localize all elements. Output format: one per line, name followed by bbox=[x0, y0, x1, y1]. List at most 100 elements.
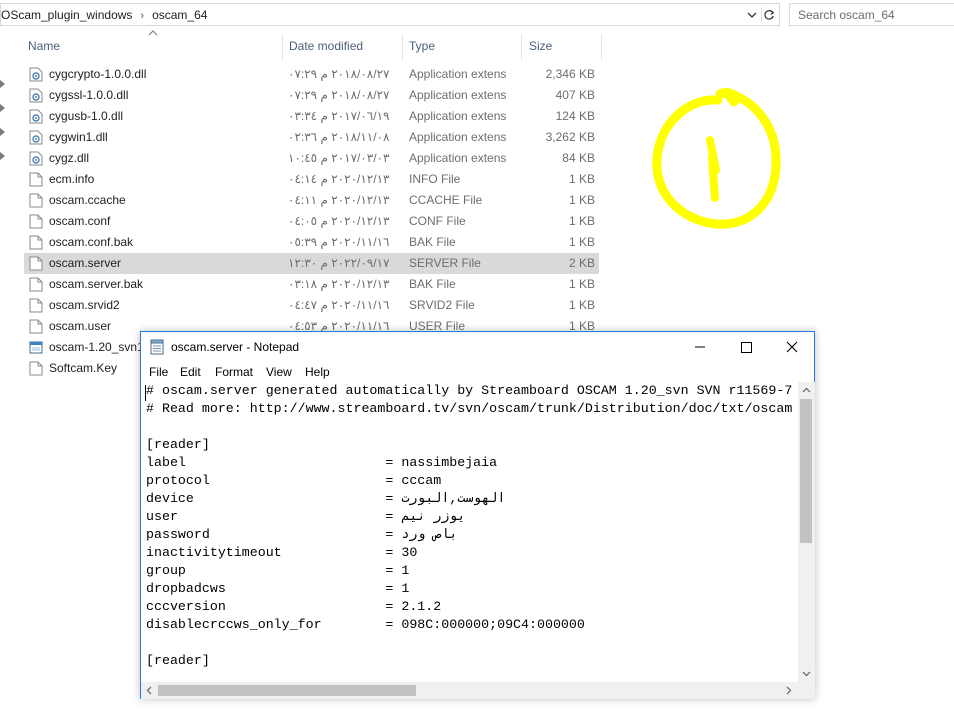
file-type: Application extens bbox=[409, 88, 507, 102]
file-size: 1 KB bbox=[568, 298, 595, 312]
notepad-title: oscam.server - Notepad bbox=[171, 340, 300, 354]
column-header-label: Date modified bbox=[289, 39, 364, 53]
file-type: BAK File bbox=[409, 277, 456, 291]
notepad-text-area[interactable]: # oscam.server generated automatically b… bbox=[141, 382, 798, 682]
file-row[interactable]: cygz.dll ٢٠١٧/٠٣/٠٣ م ١٠:٤٥ Application ex… bbox=[24, 148, 599, 169]
dll-icon bbox=[29, 130, 43, 145]
menu-edit[interactable]: Edit bbox=[180, 365, 201, 379]
menu-file[interactable]: File bbox=[149, 365, 168, 379]
text-line bbox=[146, 418, 792, 436]
column-divider[interactable] bbox=[282, 34, 283, 60]
file-size: 1 KB bbox=[568, 214, 595, 228]
file-row[interactable]: oscam.conf ٢٠٢٠/١٢/١٣ م ٠٤:٠٥ CONF File 1 K… bbox=[24, 211, 599, 232]
file-date-modified: ٢٠٢٠/١١/١٦ م ٠٥:٣٩ bbox=[288, 235, 390, 249]
file-name: cygusb-1.0.dll bbox=[49, 109, 124, 123]
menu-view[interactable]: View bbox=[266, 365, 292, 379]
file-size: 2,346 KB bbox=[545, 67, 595, 81]
file-size: 124 KB bbox=[555, 109, 595, 123]
file-date-modified: ٢٠٢٢/٠٩/١٧ م ١٢:٣٠ bbox=[288, 256, 390, 270]
minimize-icon[interactable] bbox=[677, 332, 723, 362]
file-size: 1 KB bbox=[568, 172, 595, 186]
horizontal-scroll-thumb[interactable] bbox=[158, 685, 416, 696]
text-line: dropbadcws = 1 bbox=[146, 581, 410, 596]
file-row[interactable]: oscam.ccache ٢٠٢٠/١٢/١٣ م ٠٤:١١ CCACHE Fil… bbox=[24, 190, 599, 211]
file-row[interactable]: oscam.server.bak ٢٠٢٠/١٢/١٣ م ٠٣:١٨ BAK Fi… bbox=[24, 274, 599, 295]
vertical-scrollbar[interactable] bbox=[798, 382, 815, 682]
file-date-modified: ٢٠٢٠/١٢/١٣ م ٠٤:١٤ bbox=[288, 172, 390, 186]
text-line: label = nassimbejaia bbox=[146, 455, 498, 470]
column-divider[interactable] bbox=[601, 34, 602, 60]
scroll-up-arrow-icon[interactable] bbox=[802, 386, 811, 395]
breadcrumb-item-oscam-64[interactable]: oscam_64 bbox=[152, 8, 207, 22]
file-row[interactable]: ecm.info ٢٠٢٠/١٢/١٣ م ٠٤:١٤ INFO File 1 KB bbox=[24, 169, 599, 190]
maximize-icon[interactable] bbox=[723, 332, 769, 362]
search-input[interactable]: Search oscam_64 bbox=[789, 3, 954, 26]
file-icon bbox=[29, 172, 43, 187]
scroll-right-arrow-icon[interactable] bbox=[784, 686, 793, 695]
address-bar[interactable]: OScam_plugin_windows › oscam_64 bbox=[0, 3, 780, 26]
dll-icon bbox=[29, 88, 43, 103]
file-date-modified: ٢٠١٨/٠٨/٢٧ م ٠٧:٢٩ bbox=[288, 67, 390, 81]
file-row[interactable]: oscam.srvid2 ٢٠٢٠/١١/١٦ م ٠٤:٤٧ SRVID2 Fil… bbox=[24, 295, 599, 316]
text-line: # oscam.server generated automatically b… bbox=[146, 383, 793, 398]
scroll-left-arrow-icon[interactable] bbox=[145, 686, 154, 695]
file-name: cygcrypto-1.0.0.dll bbox=[49, 67, 147, 81]
column-header-size[interactable]: Size bbox=[524, 36, 601, 56]
horizontal-scrollbar[interactable] bbox=[141, 682, 798, 699]
file-icon bbox=[29, 277, 43, 292]
file-row[interactable]: oscam.server ٢٠٢٢/٠٩/١٧ م ١٢:٣٠ SERVER Fil… bbox=[24, 253, 599, 274]
file-date-modified: ٢٠١٨/٠٨/٢٧ م ٠٧:٢٩ bbox=[288, 88, 390, 102]
vertical-scroll-thumb[interactable] bbox=[800, 399, 812, 543]
notepad-icon bbox=[150, 339, 164, 355]
file-row[interactable]: oscam.conf.bak ٢٠٢٠/١١/١٦ م ٠٥:٣٩ BAK File… bbox=[24, 232, 599, 253]
file-date-modified: ٢٠١٧/٠٣/٠٣ م ١٠:٤٥ bbox=[288, 151, 390, 165]
expand-arrow-icon[interactable] bbox=[0, 104, 6, 112]
column-divider[interactable] bbox=[521, 34, 522, 60]
text-line: protocol = cccam bbox=[146, 473, 442, 488]
close-icon[interactable] bbox=[769, 332, 815, 362]
file-date-modified: ٢٠٢٠/١٢/١٣ م ٠٤:١١ bbox=[288, 193, 390, 207]
text-line: user = يوزر نيم bbox=[146, 509, 466, 524]
file-icon bbox=[29, 235, 43, 250]
file-name: oscam.user bbox=[49, 319, 112, 333]
file-name: oscam.conf.bak bbox=[49, 235, 134, 249]
file-size: 1 KB bbox=[568, 193, 595, 207]
file-row[interactable]: cygcrypto-1.0.0.dll ٢٠١٨/٠٨/٢٧ م ٠٧:٢٩ App… bbox=[24, 64, 599, 85]
scroll-down-arrow-icon[interactable] bbox=[802, 669, 811, 678]
file-size: 84 KB bbox=[562, 151, 595, 165]
file-row[interactable]: cygusb-1.0.dll ٢٠١٧/٠٦/١٩ م ٠٣:٣٤ Applicat… bbox=[24, 106, 599, 127]
file-type: CCACHE File bbox=[409, 193, 483, 207]
file-row[interactable]: cygwin1.dll ٢٠١٨/١١/٠٨ م ٠٢:٣٦ Application… bbox=[24, 127, 599, 148]
column-header-label: Name bbox=[28, 39, 61, 53]
file-row[interactable]: cygssl-1.0.0.dll ٢٠١٨/٠٨/٢٧ م ٠٧:٢٩ Applic… bbox=[24, 85, 599, 106]
column-header-date-modified[interactable]: Date modified bbox=[284, 36, 401, 56]
notepad-title-bar[interactable]: oscam.server - Notepad bbox=[141, 332, 814, 362]
file-icon bbox=[29, 298, 43, 313]
file-type: SERVER File bbox=[409, 256, 481, 270]
breadcrumb-separator-icon: › bbox=[140, 10, 145, 22]
file-date-modified: ٢٠١٨/١١/٠٨ م ٠٢:٣٦ bbox=[288, 130, 390, 144]
file-icon bbox=[29, 256, 43, 271]
notepad-window[interactable]: oscam.server - Notepad File Edit Format … bbox=[140, 331, 815, 699]
breadcrumb: OScam_plugin_windows › oscam_64 bbox=[1, 8, 207, 22]
column-divider[interactable] bbox=[402, 34, 403, 60]
expand-arrow-icon[interactable] bbox=[0, 128, 6, 136]
refresh-icon[interactable] bbox=[761, 7, 777, 23]
file-size: 3,262 KB bbox=[545, 130, 595, 144]
file-size: 1 KB bbox=[568, 235, 595, 249]
column-header-name[interactable]: Name bbox=[23, 36, 281, 56]
notepad-text: # oscam.server generated automatically b… bbox=[146, 382, 792, 670]
menu-help[interactable]: Help bbox=[305, 365, 330, 379]
file-name: oscam.srvid2 bbox=[49, 298, 120, 312]
column-header-type[interactable]: Type bbox=[404, 36, 520, 56]
chevron-down-icon[interactable] bbox=[745, 8, 759, 22]
file-type: Application extens bbox=[409, 130, 507, 144]
file-date-modified: ٢٠٢٠/١١/١٦ م ٠٤:٤٧ bbox=[288, 298, 390, 312]
breadcrumb-item-oscam-plugin-windows[interactable]: OScam_plugin_windows bbox=[1, 8, 132, 22]
expand-arrow-icon[interactable] bbox=[0, 152, 6, 160]
text-line: inactivitytimeout = 30 bbox=[146, 545, 418, 560]
file-icon bbox=[29, 214, 43, 229]
expand-arrow-icon[interactable] bbox=[0, 80, 6, 88]
notepad-menu-bar: File Edit Format View Help bbox=[141, 362, 814, 382]
menu-format[interactable]: Format bbox=[215, 365, 253, 379]
